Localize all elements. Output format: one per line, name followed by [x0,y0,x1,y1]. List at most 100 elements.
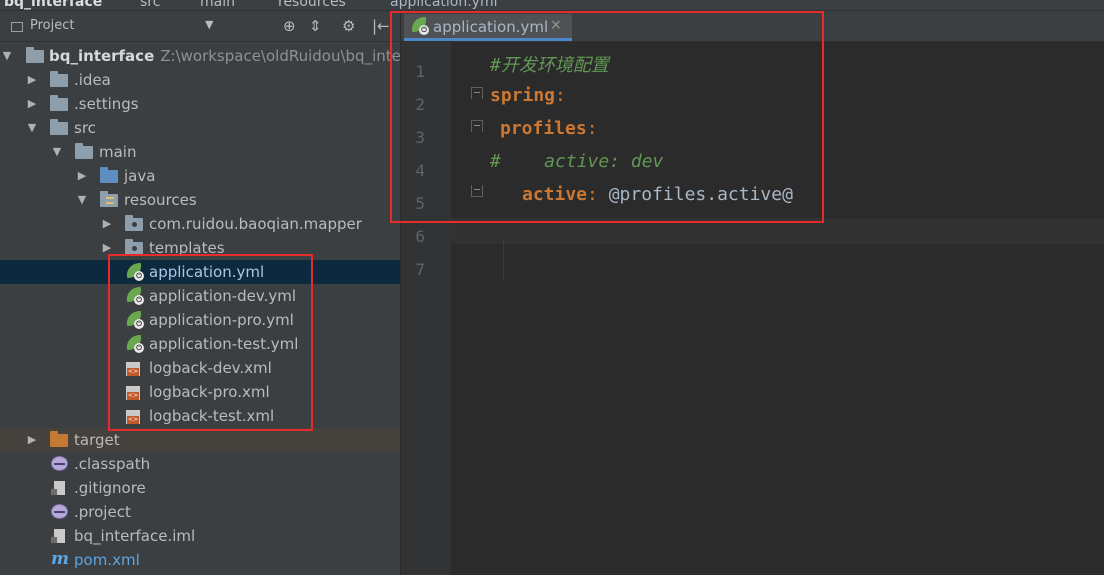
spring-yml-icon: ⏻ [124,262,144,281]
tree-node-pom-xml[interactable]: m pom.xml [0,548,400,572]
xml-file-icon: <> [125,360,143,376]
tree-node-logback-test-xml[interactable]: <> logback-test.xml [0,404,400,428]
tree-node-target[interactable]: ▶ target [0,428,400,452]
spring-yml-icon: ⏻ [124,334,144,353]
tree-node-gitignore[interactable]: .gitignore [0,476,400,500]
code-line-3[interactable]: profiles: [500,118,598,139]
project-icon [11,22,23,32]
breadcrumb-item-src[interactable]: src [140,0,160,10]
tree-node-resources[interactable]: ▼ resources [0,188,400,212]
spring-yml-icon: ⏻ [124,310,144,329]
tree-node-label: logback-test.xml [149,407,275,425]
close-icon[interactable]: × [550,17,562,33]
tree-node-bq-interface[interactable]: ▼ bq_interface Z:\workspace\oldRuidou\bq_… [0,44,400,68]
tree-node-java[interactable]: ▶ java [0,164,400,188]
editor-panel: ⏻ application.yml × 1 2 3 4 5 6 7 #开发环境配… [401,11,1104,575]
tree-node-label: .gitignore [74,479,146,497]
tab-application-yml[interactable]: ⏻ application.yml × [404,14,572,41]
tree-node-label: pom.xml [74,551,140,569]
line-number: 1 [415,62,425,81]
tree-node-label: application.yml [149,263,265,281]
chevron-right-icon[interactable]: ▶ [25,428,39,452]
code-line-2[interactable]: spring: [490,85,566,106]
package-icon [125,239,143,255]
tree-node-settings[interactable]: ▶ .settings [0,92,400,116]
tree-node-templates[interactable]: ▶ templates [0,236,400,260]
tree-node-logback-dev-xml[interactable]: <> logback-dev.xml [0,356,400,380]
text-file-icon [50,480,68,496]
tree-node-application-yml[interactable]: ⏻ application.yml [0,260,400,284]
fold-marker-icon[interactable] [471,120,483,132]
collapse-all-icon[interactable]: ⇕ [309,17,322,35]
tree-node-application-test-yml[interactable]: ⏻ application-test.yml [0,332,400,356]
package-icon [125,215,143,231]
chevron-right-icon[interactable]: ▶ [100,236,114,260]
chevron-right-icon[interactable]: ▶ [75,164,89,188]
breadcrumb-item-application-yml[interactable]: application.yml [390,0,498,10]
breadcrumb-item-resources[interactable]: resources [278,0,346,10]
xml-file-icon: <> [125,408,143,424]
tree-node-iml[interactable]: bq_interface.iml [0,524,400,548]
chevron-down-icon[interactable]: ▼ [25,116,39,140]
eclipse-file-icon [50,456,68,472]
line-number: 2 [415,95,425,114]
chevron-down-icon[interactable]: ▼ [50,140,64,164]
code-line-1[interactable]: #开发环境配置 [490,51,609,77]
xml-file-icon: <> [125,384,143,400]
resources-folder-icon [100,191,118,207]
tree-node-label: src [74,119,96,137]
gear-icon[interactable]: ⚙ [342,17,355,35]
tree-node-idea[interactable]: ▶ .idea [0,68,400,92]
breadcrumb-item-main[interactable]: main [200,0,235,10]
tree-node-label: bq_interface.iml [74,527,196,545]
tree-node-label: application-test.yml [149,335,299,353]
tree-node-label: logback-dev.xml [149,359,272,377]
tree-node-label: com.ruidou.baoqian.mapper [149,215,362,233]
fold-end-marker-icon[interactable] [471,185,483,197]
locate-icon[interactable]: ⊕ [283,17,296,35]
fold-marker-icon[interactable] [471,87,483,99]
eclipse-file-icon [50,504,68,520]
tree-node-logback-pro-xml[interactable]: <> logback-pro.xml [0,380,400,404]
tree-node-label: main [99,143,137,161]
chevron-down-icon[interactable]: ▼ [75,188,89,212]
excluded-folder-icon [50,431,68,447]
code-line-5[interactable]: active: @profiles.active@ [522,184,793,205]
tree-node-label: target [74,431,120,449]
chevron-right-icon[interactable]: ▶ [25,68,39,92]
line-number: 3 [415,128,425,147]
tree-node-label: application-pro.yml [149,311,294,329]
tree-node-label: .project [74,503,131,521]
tree-node-label: resources [124,191,197,209]
tree-node-mapper-package[interactable]: ▶ com.ruidou.baoqian.mapper [0,212,400,236]
project-panel-title[interactable]: Project [30,18,74,33]
code-line-4[interactable]: # active: dev [490,151,663,172]
line-number: 6 [415,227,425,246]
line-number: 5 [415,194,425,213]
tree-node-application-dev-yml[interactable]: ⏻ application-dev.yml [0,284,400,308]
hide-panel-icon[interactable]: |← [372,17,390,35]
tree-node-label: .idea [74,71,111,89]
chevron-down-icon[interactable]: ▼ [205,18,213,31]
chevron-right-icon[interactable]: ▶ [100,212,114,236]
breadcrumb-item-bq-interface[interactable]: bq_interface [4,0,102,10]
line-number: 4 [415,161,425,180]
tree-node-label: application-dev.yml [149,287,297,305]
tree-node-classpath[interactable]: .classpath [0,452,400,476]
maven-icon: m [51,549,69,569]
chevron-right-icon[interactable]: ▶ [25,92,39,116]
tree-node-label: bq_interface Z:\workspace\oldRuidou\bq_in… [49,47,401,65]
tree-node-label: java [124,167,156,185]
chevron-down-icon[interactable]: ▼ [0,44,14,68]
tree-node-main[interactable]: ▼ main [0,140,400,164]
folder-icon [50,119,68,135]
breadcrumb: bq_interface src main resources applicat… [0,0,1104,11]
folder-icon [75,143,93,159]
tree-node-src[interactable]: ▼ src [0,116,400,140]
tree-node-label: .settings [74,95,139,113]
tree-node-label: templates [149,239,225,257]
tree-node-application-pro-yml[interactable]: ⏻ application-pro.yml [0,308,400,332]
tree-node-project[interactable]: .project [0,500,400,524]
indent-guide [503,239,504,279]
line-number-gutter: 1 2 3 4 5 6 7 [401,42,451,575]
